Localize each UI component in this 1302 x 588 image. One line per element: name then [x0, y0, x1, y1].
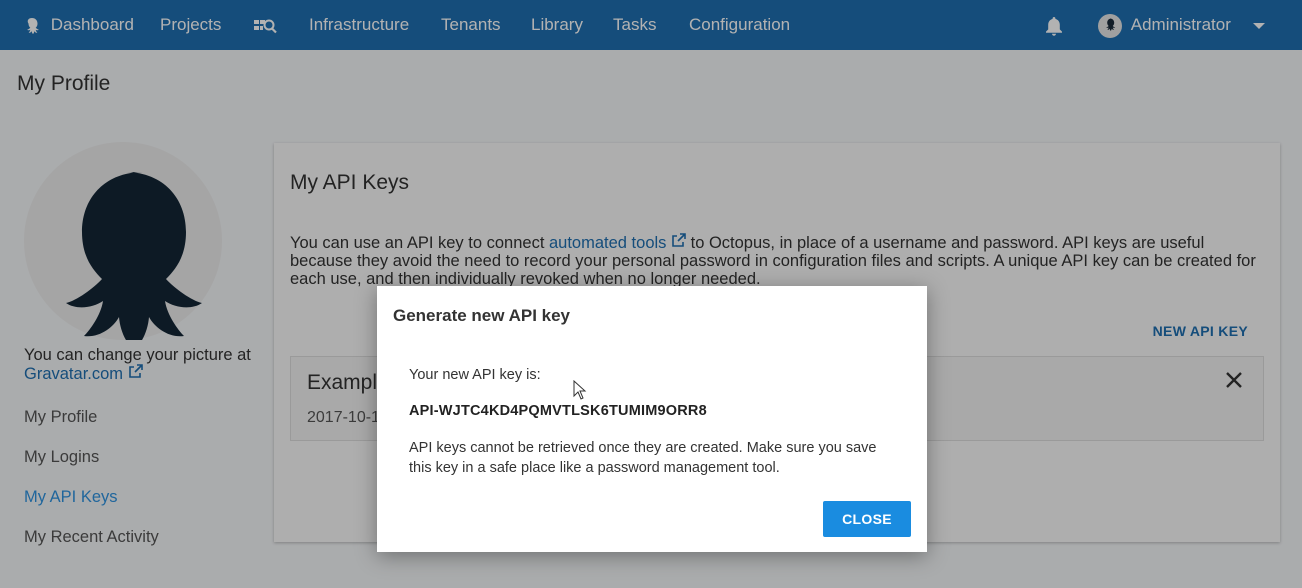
api-key-value[interactable]: API-WJTC4KD4PQMVTLSK6TUMIM9ORR8	[409, 403, 707, 419]
dialog-title: Generate new API key	[393, 306, 571, 325]
close-button[interactable]: CLOSE	[823, 501, 911, 537]
mouse-cursor-icon	[573, 379, 587, 405]
generate-api-key-dialog: Generate new API key Your new API key is…	[377, 286, 927, 552]
dialog-key-label: Your new API key is:	[409, 367, 541, 383]
dialog-note: API keys cannot be retrieved once they a…	[409, 440, 877, 476]
